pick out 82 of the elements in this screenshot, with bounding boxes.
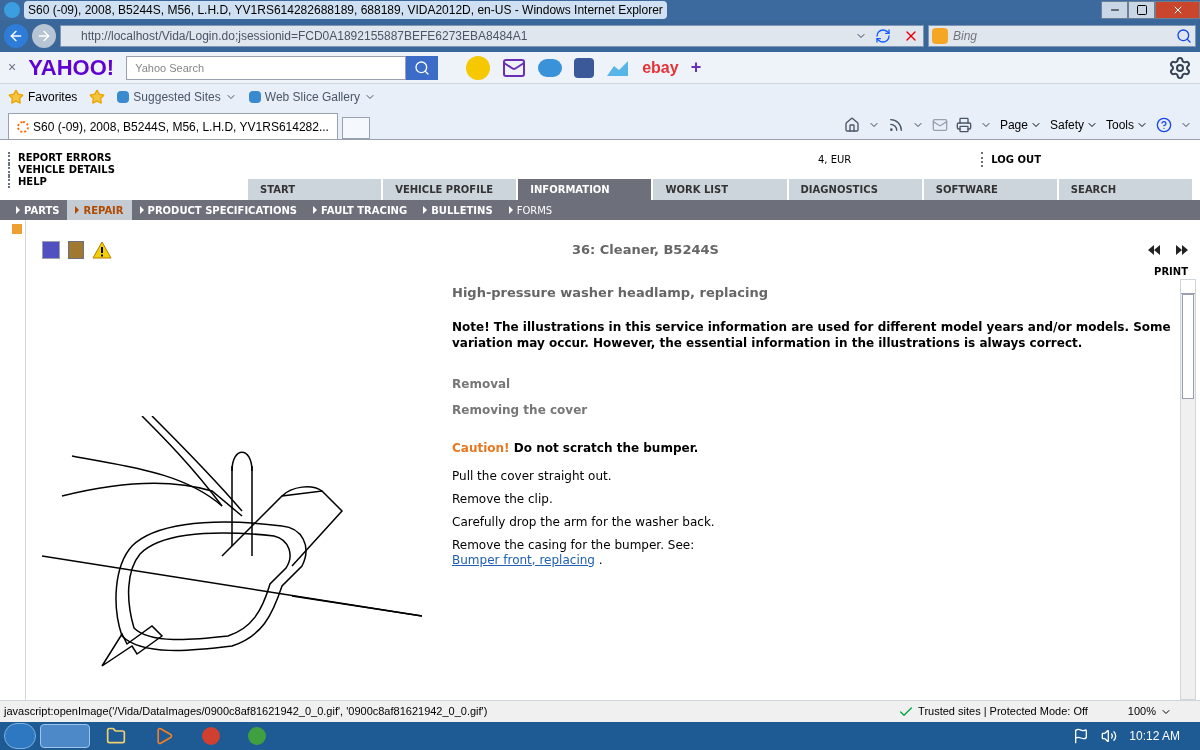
nav-tab[interactable]: VEHICLE PROFILE: [383, 179, 517, 200]
forward-arrow-icon: [36, 28, 52, 44]
sub-tab[interactable]: PARTS: [8, 200, 68, 220]
nav-tab[interactable]: INFORMATION: [518, 179, 652, 200]
maximize-button[interactable]: [1128, 1, 1155, 19]
maximize-icon: [1135, 4, 1148, 16]
search-field[interactable]: Bing: [928, 25, 1196, 47]
triangle-icon: [75, 206, 80, 214]
command-menu[interactable]: Page: [999, 116, 1042, 134]
loading-icon: [17, 120, 29, 133]
flag-icon[interactable]: [1073, 728, 1090, 744]
home-icon[interactable]: [843, 117, 860, 133]
nav-tab[interactable]: WORK LIST: [653, 179, 787, 200]
zoom-button[interactable]: 100%: [1127, 703, 1172, 720]
step-text: Remove the clip.: [452, 491, 553, 507]
nav-tab[interactable]: DIAGNOSTICS: [788, 179, 922, 200]
currency-text: 4, EUR: [818, 153, 852, 167]
warning-icon[interactable]: [92, 241, 112, 259]
step-text: Remove the casing for the bumper. See: Bumper front, replacing .: [452, 537, 696, 568]
logout-link[interactable]: LOG OUT: [981, 152, 1041, 167]
nav-tab[interactable]: SEARCH: [1058, 179, 1192, 200]
triangle-icon: [313, 206, 318, 214]
cross-reference-link[interactable]: Bumper front, replacing: [452, 552, 595, 567]
folder-icon[interactable]: [106, 726, 126, 746]
print-link[interactable]: PRINT: [1154, 264, 1188, 279]
command-menu[interactable]: Tools: [1106, 116, 1148, 134]
nav-tab[interactable]: START: [248, 179, 382, 200]
nav-tab[interactable]: SOFTWARE: [923, 179, 1057, 200]
favorites-button[interactable]: Favorites: [8, 88, 78, 106]
forward-button[interactable]: [32, 24, 56, 48]
clock-text: 10:12 AM: [1129, 728, 1180, 745]
media-player-icon[interactable]: [154, 726, 174, 746]
search-button[interactable]: [406, 55, 439, 80]
status-text: javascript:openImage('/Vida/DataImages/0900c8af81621942_0_0.gif', '0900c8af81621942_0_0.gif'): [4, 704, 489, 720]
caution-text: Caution! Do not scratch the bumper.: [452, 439, 699, 457]
settings-icon[interactable]: [1168, 55, 1192, 80]
toolbar-logo: YAHOO!: [28, 54, 115, 82]
favorite-link[interactable]: Web Slice Gallery: [248, 88, 376, 106]
start-button[interactable]: [4, 723, 36, 749]
note-text: Note! The illustrations in this service information are used for different model years and/or models. Some variation may occur. However, the essential information in the illustrations is always correct.: [452, 318, 1172, 351]
help-icon[interactable]: [1156, 117, 1172, 133]
browser-tab[interactable]: S60 (-09), 2008, B5244S, M56, L.H.D, YV1RS614282...: [8, 113, 338, 139]
triangle-icon: [423, 206, 428, 214]
step-text: Carefully drop the arm for the washer back.: [452, 514, 715, 530]
star-icon: [8, 89, 24, 105]
next-icon[interactable]: [1176, 245, 1188, 255]
section-heading: Removing the cover: [452, 401, 588, 419]
security-zone: Trusted sites | Protected Mode: Off: [918, 704, 1088, 720]
step-text: Pull the cover straight out.: [452, 468, 612, 484]
header-link[interactable]: VEHICLE DETAILS: [8, 164, 115, 176]
header-link[interactable]: REPORT ERRORS: [8, 152, 112, 164]
document-heading: 36: Cleaner, B5244S: [572, 241, 720, 260]
previous-icon[interactable]: [1148, 245, 1160, 255]
search-field[interactable]: Yahoo Search: [126, 55, 407, 80]
page-icon: [117, 91, 130, 103]
section-heading: Removal: [452, 375, 511, 393]
document-title: High-pressure washer headlamp, replacing: [452, 284, 770, 302]
sub-tab[interactable]: FAULT TRACING: [305, 200, 416, 220]
ebay-link[interactable]: ebay: [642, 55, 679, 80]
search-icon[interactable]: [1176, 28, 1192, 44]
address-field[interactable]: http://localhost/Vida/Login.do;jsessionid=FCD0A1892155887BEFE6273EBA8484A1: [60, 25, 924, 47]
triangle-icon: [139, 206, 144, 214]
search-icon: [414, 59, 431, 76]
print-icon[interactable]: [955, 117, 972, 133]
sub-tab[interactable]: PRODUCT SPECIFICATIONS: [131, 200, 306, 220]
back-button[interactable]: [4, 24, 28, 48]
minimize-button[interactable]: [1101, 1, 1128, 19]
volume-icon[interactable]: [1101, 728, 1118, 744]
new-tab-button[interactable]: [341, 117, 370, 139]
header-link[interactable]: HELP: [8, 176, 47, 188]
favorite-link[interactable]: Suggested Sites: [117, 88, 237, 106]
sub-tab[interactable]: BULLETINS: [415, 200, 501, 220]
triangle-icon: [508, 206, 513, 214]
refresh-icon[interactable]: [875, 28, 891, 44]
window-title: S60 (-09), 2008, B5244S, M56, L.H.D, YV1RS614282688189, 688189, VIDA2012D, en-US - Windows Internet Explorer: [24, 1, 667, 19]
command-menu[interactable]: Safety: [1049, 116, 1098, 134]
add-button[interactable]: +: [690, 54, 702, 81]
feed-icon[interactable]: [887, 117, 904, 133]
close-toolbar-button[interactable]: ×: [8, 57, 17, 78]
scroll-bar[interactable]: [1180, 279, 1196, 700]
page-icon: [248, 91, 261, 103]
triangle-icon: [16, 206, 20, 214]
